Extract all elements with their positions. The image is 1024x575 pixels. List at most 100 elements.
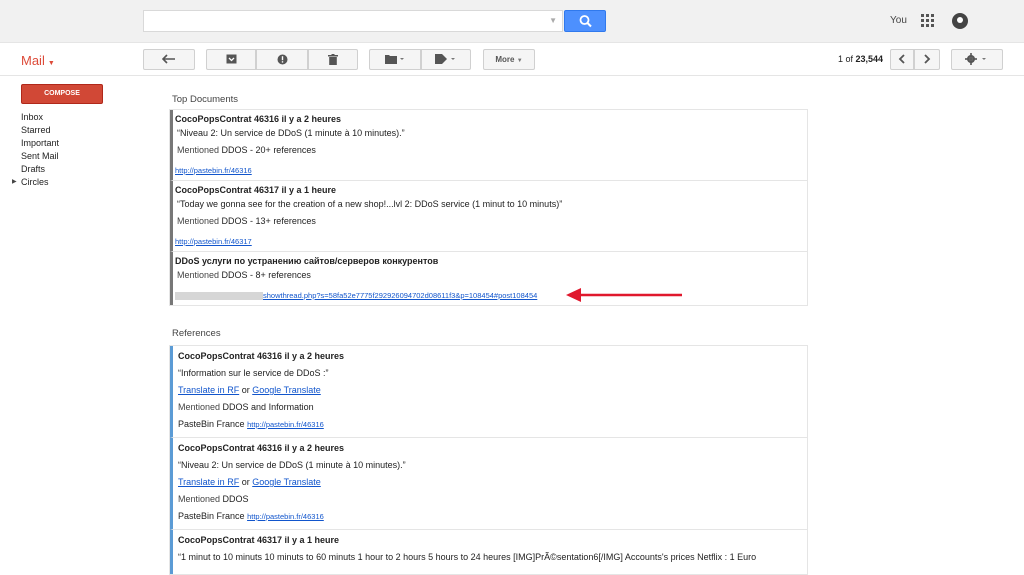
document-link[interactable]: showthread.php?s=58fa52e7775f29292609470…	[263, 291, 537, 300]
pager-range: 1 of	[838, 54, 854, 64]
sidebar-item-starred[interactable]: Starred	[21, 125, 59, 138]
more-label: More	[495, 55, 515, 64]
document-title: CocoPopsContrat 46317 il y a 1 heure	[175, 185, 337, 195]
mentioned-prefix: Mentioned	[178, 402, 221, 412]
document-title: CocoPopsContrat 46316 il y a 2 heures	[175, 114, 342, 124]
mail-dropdown-icon: ▼	[47, 60, 55, 67]
search-button[interactable]	[564, 10, 606, 32]
top-documents-panel: CocoPopsContrat 46316 il y a 2 heures “N…	[169, 109, 808, 306]
reference-quote: “Niveau 2: Un service de DDoS (1 minute …	[178, 460, 406, 470]
delete-button[interactable]	[308, 49, 358, 70]
reference-source: PasteBin France	[178, 511, 245, 521]
document-card: CocoPopsContrat 46317 il y a 1 heure “To…	[170, 181, 807, 252]
back-arrow-icon	[161, 54, 175, 64]
reference-link[interactable]: http://pastebin.fr/46316	[247, 420, 324, 429]
mentioned-prefix: Mentioned	[178, 494, 221, 504]
annotation-arrow-icon	[566, 288, 682, 302]
gear-icon	[965, 53, 986, 66]
apps-grid-icon[interactable]	[921, 14, 935, 28]
reference-mentioned: Mentioned DDOS	[178, 494, 807, 511]
sidebar-nav: Inbox Starred Important Sent Mail Drafts…	[12, 112, 59, 190]
move-to-button[interactable]	[369, 49, 421, 70]
document-link[interactable]: http://pastebin.fr/46317	[175, 237, 252, 246]
translate-rf-link[interactable]: Translate in RF	[178, 385, 239, 395]
label-tag-icon	[435, 54, 455, 65]
sidebar-item-drafts[interactable]: Drafts	[21, 164, 59, 177]
reference-source: PasteBin France	[178, 419, 245, 429]
more-button[interactable]: More ▼	[483, 49, 535, 70]
mentioned-prefix: Mentioned	[177, 270, 220, 280]
newer-button[interactable]	[890, 49, 914, 70]
reference-link[interactable]: http://pastebin.fr/46316	[247, 512, 324, 521]
spam-icon	[277, 54, 287, 65]
user-label[interactable]: You	[890, 15, 907, 26]
mentioned-prefix: Mentioned	[177, 145, 220, 155]
compose-button[interactable]: COMPOSE	[21, 84, 103, 104]
mentioned-prefix: Mentioned	[177, 216, 220, 226]
labels-button[interactable]	[421, 49, 471, 70]
mentioned-value: DDOS - 8+ references	[221, 270, 311, 280]
trash-icon	[328, 53, 338, 65]
sidebar-item-circles-row[interactable]: ▶ Circles	[12, 177, 59, 190]
translate-row: Translate in RF or Google Translate	[178, 385, 807, 402]
archive-icon	[226, 54, 236, 64]
more-dropdown-icon: ▼	[516, 58, 523, 64]
redacted-url-block	[175, 292, 263, 301]
document-link[interactable]: http://pastebin.fr/46316	[175, 166, 252, 175]
top-bar: ▼ You	[0, 0, 1024, 43]
reference-card: CocoPopsContrat 46317 il y a 1 heure “1 …	[170, 530, 807, 574]
reference-title: CocoPopsContrat 46317 il y a 1 heure	[178, 535, 340, 545]
search-options-icon[interactable]: ▼	[549, 16, 557, 25]
mentioned-value: DDOS and Information	[222, 402, 314, 412]
references-title: References	[172, 328, 221, 339]
reference-source-row: PasteBin France http://pastebin.fr/46316	[178, 511, 807, 528]
reference-mentioned: Mentioned DDOS and Information	[178, 402, 807, 419]
google-translate-link[interactable]: Google Translate	[252, 477, 321, 487]
older-button[interactable]	[914, 49, 940, 70]
document-mentioned: Mentioned DDOS - 13+ references	[175, 216, 807, 233]
settings-button[interactable]	[951, 49, 1003, 70]
sidebar-item-circles: Circles	[21, 177, 49, 187]
mentioned-value: DDOS	[222, 494, 249, 504]
notifications-icon[interactable]	[952, 13, 968, 29]
google-translate-link[interactable]: Google Translate	[252, 385, 321, 395]
reference-card: CocoPopsContrat 46316 il y a 2 heures “N…	[170, 438, 807, 530]
pagination-text: 1 of 23,544	[838, 54, 883, 64]
or-text: or	[241, 385, 250, 395]
document-quote: “Niveau 2: Un service de DDoS (1 minute …	[177, 128, 405, 138]
archive-button[interactable]	[206, 49, 256, 70]
mentioned-value: DDOS - 13+ references	[221, 216, 316, 226]
sidebar-item-inbox[interactable]: Inbox	[21, 112, 59, 125]
search-icon	[579, 15, 592, 28]
mail-label: Mail	[21, 53, 45, 68]
top-documents-title: Top Documents	[172, 94, 239, 105]
document-quote: “Today we gonna see for the creation of …	[177, 199, 563, 209]
or-text: or	[241, 477, 250, 487]
chevron-left-icon	[898, 54, 905, 64]
reference-title: CocoPopsContrat 46316 il y a 2 heures	[178, 443, 345, 453]
toolbar: Mail ▼ More ▼ 1 of 23,544	[0, 43, 1024, 76]
report-spam-button[interactable]	[256, 49, 308, 70]
translate-rf-link[interactable]: Translate in RF	[178, 477, 239, 487]
pager-total: 23,544	[855, 54, 884, 64]
sidebar-item-sent-mail[interactable]: Sent Mail	[21, 151, 59, 164]
back-button[interactable]	[143, 49, 195, 70]
document-mentioned: Mentioned DDOS - 8+ references	[175, 270, 807, 287]
mentioned-value: DDOS - 20+ references	[221, 145, 316, 155]
references-panel: CocoPopsContrat 46316 il y a 2 heures “I…	[169, 345, 808, 575]
reference-card: CocoPopsContrat 46316 il y a 2 heures “I…	[170, 346, 807, 438]
reference-title: CocoPopsContrat 46316 il y a 2 heures	[178, 351, 345, 361]
folder-icon	[385, 55, 404, 65]
chevron-right-icon	[924, 54, 931, 64]
document-card: DDoS услуги по устранению сайтов/серверо…	[170, 252, 807, 305]
reference-source-row: PasteBin France http://pastebin.fr/46316	[178, 419, 807, 436]
translate-row: Translate in RF or Google Translate	[178, 477, 807, 494]
document-mentioned: Mentioned DDOS - 20+ references	[175, 145, 807, 162]
search-input[interactable]: ▼	[143, 10, 563, 32]
document-title: DDoS услуги по устранению сайтов/серверо…	[175, 256, 439, 266]
reference-quote: “1 minut to 10 minuts 10 minuts to 60 mi…	[178, 552, 757, 562]
expand-arrow-icon[interactable]: ▶	[12, 177, 17, 187]
document-card: CocoPopsContrat 46316 il y a 2 heures “N…	[170, 110, 807, 181]
mail-menu[interactable]: Mail ▼	[21, 53, 55, 68]
sidebar-item-important[interactable]: Important	[21, 138, 59, 151]
